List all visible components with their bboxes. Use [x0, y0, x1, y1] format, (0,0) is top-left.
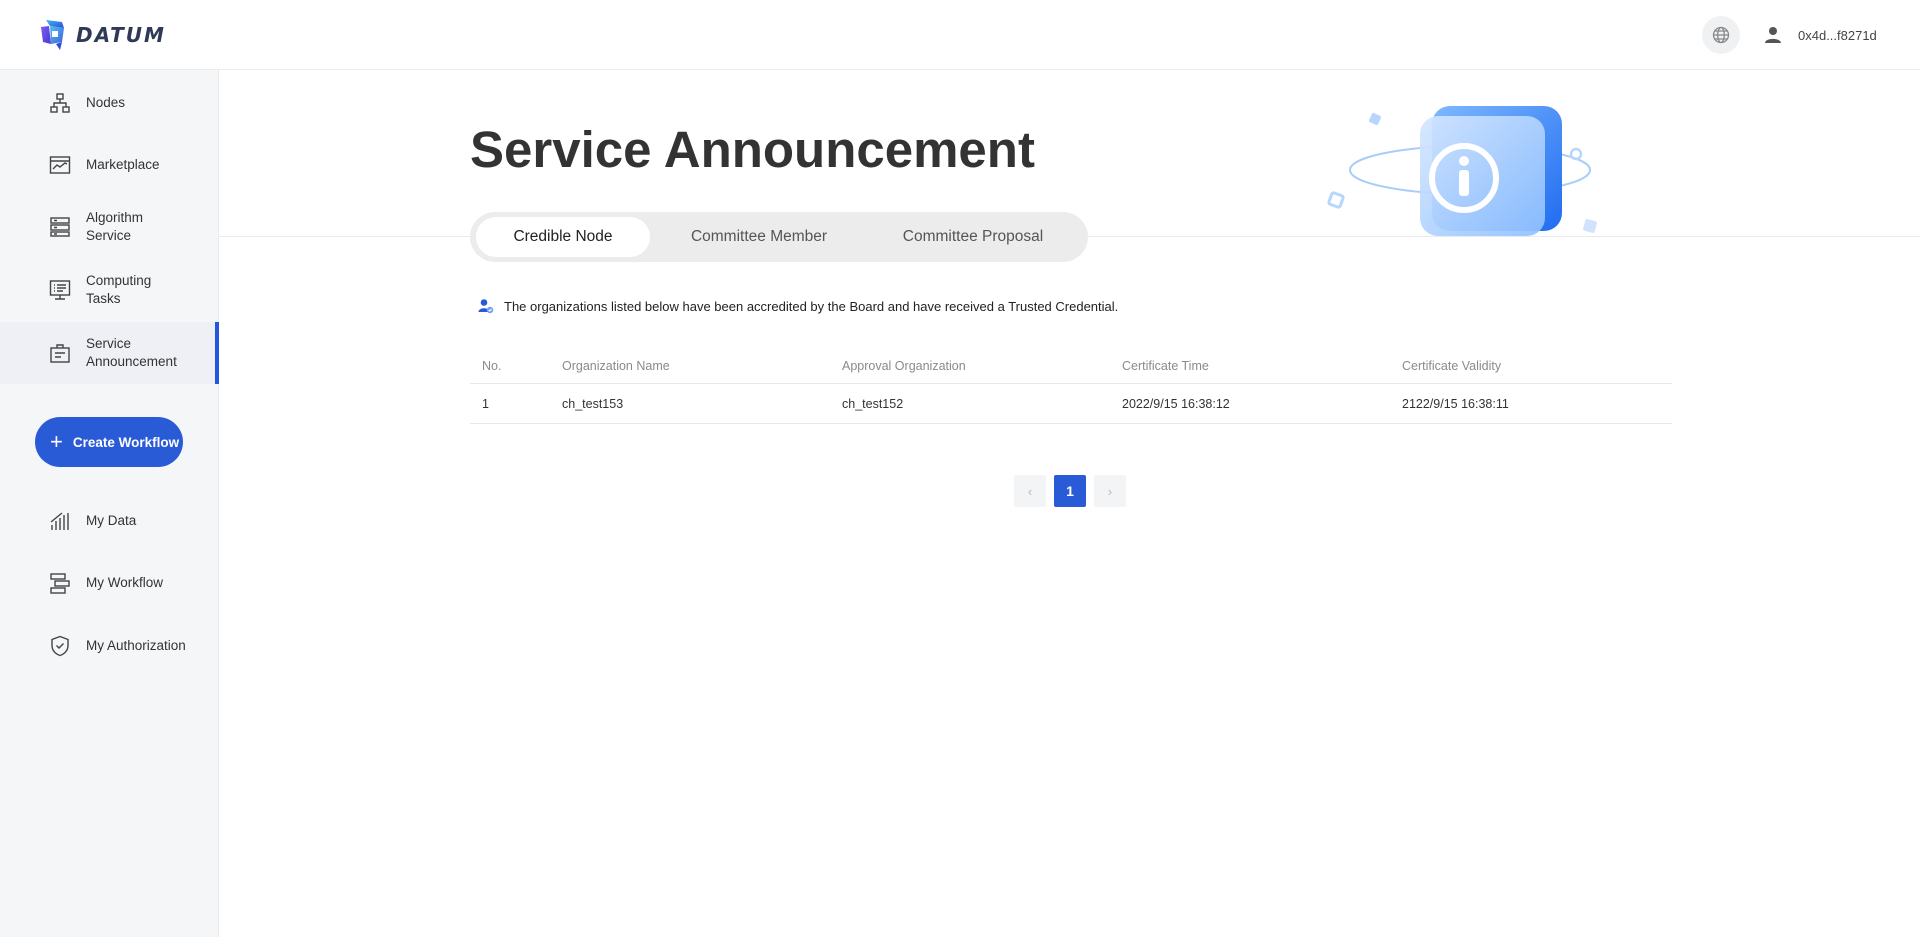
page-title: Service Announcement: [470, 121, 1035, 178]
globe-icon: [1712, 26, 1730, 44]
sidebar-item-my-authorization[interactable]: My Authorization: [0, 615, 219, 677]
sidebar-item-computing-tasks[interactable]: Computing Tasks: [0, 259, 219, 321]
workflow-icon: [50, 573, 70, 594]
credential-notice: The organizations listed below have been…: [478, 296, 1118, 316]
cell-certificate-time: 2022/9/15 16:38:12: [1122, 396, 1230, 411]
next-page-button[interactable]: ›: [1094, 475, 1126, 507]
column-header-no: No.: [482, 358, 502, 373]
data-chart-icon: [50, 512, 69, 530]
sidebar-item-marketplace[interactable]: Marketplace: [0, 134, 219, 196]
sidebar-item-label: Computing Tasks: [86, 273, 152, 306]
sidebar-item-my-data[interactable]: My Data: [0, 490, 219, 552]
announcement-icon: [50, 344, 70, 363]
sidebar-item-service-announcement[interactable]: Service Announcement: [0, 322, 219, 384]
language-button[interactable]: [1702, 16, 1740, 54]
sidebar-item-algorithm-service[interactable]: Algorithm Service: [0, 196, 219, 258]
sidebar-item-label: Algorithm Service: [86, 210, 144, 243]
notice-text: The organizations listed below have been…: [504, 298, 1119, 314]
pagination: ‹ 1 ›: [1014, 475, 1126, 507]
user-icon: [1765, 27, 1781, 43]
tab-committee-member[interactable]: Committee Member: [658, 217, 860, 257]
verified-user-icon: [478, 299, 494, 314]
sidebar-item-label: Marketplace: [86, 157, 160, 172]
marketplace-icon: [49, 156, 71, 174]
sidebar-item-label: My Authorization: [86, 638, 186, 653]
table-row: 1 ch_test153 ch_test152 2022/9/15 16:38:…: [470, 384, 1672, 424]
column-header-organization-name: Organization Name: [562, 358, 670, 373]
announcement-tabs: Credible Node Committee Member Committee…: [470, 212, 1088, 262]
shield-check-icon: [51, 635, 69, 657]
cell-approval-organization: ch_test152: [842, 396, 904, 411]
nodes-icon: [50, 93, 70, 113]
prev-page-button[interactable]: ‹: [1014, 475, 1046, 507]
page-number-button[interactable]: 1: [1054, 475, 1086, 507]
create-workflow-label: Create Workflow: [72, 434, 180, 450]
cell-organization-name: ch_test153: [562, 396, 624, 411]
table-header: No. Organization Name Approval Organizat…: [470, 350, 1672, 384]
sidebar-item-nodes[interactable]: Nodes: [0, 72, 219, 134]
brand-name: DATUM: [76, 23, 166, 47]
datum-logo[interactable]: DATUM: [38, 17, 166, 53]
server-icon: [50, 217, 70, 237]
tab-credible-node[interactable]: Credible Node: [476, 217, 650, 257]
plus-icon: +: [50, 429, 63, 454]
wallet-address: 0x4d...f8271d: [1798, 27, 1877, 43]
sidebar-item-label: My Workflow: [86, 575, 164, 590]
column-header-approval-organization: Approval Organization: [842, 358, 966, 373]
cell-no: 1: [482, 396, 489, 411]
create-workflow-button[interactable]: + Create Workflow: [35, 417, 183, 467]
top-header: DATUM 0x4d...f8271d: [0, 0, 1920, 70]
monitor-list-icon: [49, 280, 71, 300]
sidebar: Nodes Marketplace Algorithm Service Comp…: [0, 70, 219, 937]
cell-certificate-validity: 2122/9/15 16:38:11: [1402, 396, 1509, 411]
sidebar-item-my-workflow[interactable]: My Workflow: [0, 552, 219, 614]
datum-logo-icon: [41, 20, 64, 50]
column-header-certificate-validity: Certificate Validity: [1402, 358, 1502, 373]
sidebar-item-label: Nodes: [86, 95, 126, 110]
tab-committee-proposal[interactable]: Committee Proposal: [866, 217, 1080, 257]
column-header-certificate-time: Certificate Time: [1122, 358, 1209, 373]
credible-node-table: No. Organization Name Approval Organizat…: [470, 350, 1672, 424]
info-illustration: [1327, 106, 1597, 236]
sidebar-item-label: Service Announcement: [86, 336, 177, 369]
user-account[interactable]: 0x4d...f8271d: [1764, 24, 1877, 46]
sidebar-item-label: My Data: [86, 513, 137, 528]
